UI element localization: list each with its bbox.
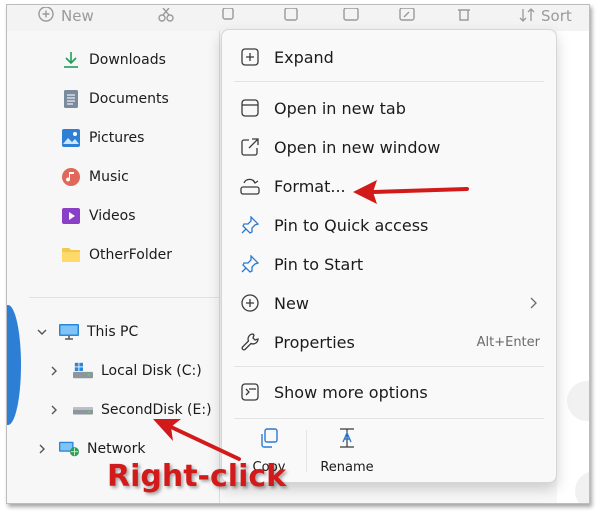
documents-icon bbox=[61, 89, 81, 109]
chevron-right-icon[interactable] bbox=[35, 442, 49, 456]
chevron-down-icon[interactable] bbox=[35, 325, 49, 339]
pin-icon bbox=[238, 213, 262, 237]
paste-icon[interactable] bbox=[283, 5, 299, 27]
windows-drive-icon bbox=[73, 361, 93, 381]
menu-item-pin-start[interactable]: Pin to Start bbox=[222, 245, 556, 283]
wrench-icon bbox=[238, 330, 262, 354]
menu-separator bbox=[234, 418, 544, 419]
menu-label-show-more: Show more options bbox=[274, 382, 428, 402]
nav-label-videos: Videos bbox=[89, 208, 136, 224]
nav-item-music[interactable]: Music bbox=[7, 162, 219, 192]
menu-label-new: New bbox=[274, 293, 309, 313]
expand-icon bbox=[238, 45, 262, 69]
nav-item-documents[interactable]: Documents bbox=[7, 84, 219, 114]
new-label: New bbox=[61, 7, 94, 25]
open-external-icon bbox=[238, 135, 262, 159]
format-drive-icon bbox=[238, 174, 262, 198]
menu-item-show-more-options[interactable]: Show more options bbox=[222, 373, 556, 411]
nav-label-music: Music bbox=[89, 169, 129, 185]
nav-item-pictures[interactable]: Pictures bbox=[7, 123, 219, 153]
context-menu: Expand Open in new tab Open in new windo… bbox=[221, 29, 557, 483]
add-circle-icon bbox=[238, 291, 262, 315]
copy-icon bbox=[259, 428, 279, 452]
nav-label-downloads: Downloads bbox=[89, 52, 166, 68]
copy-toolbar-icon[interactable] bbox=[219, 5, 235, 27]
music-icon bbox=[61, 167, 81, 187]
drive-icon bbox=[73, 400, 93, 420]
menu-item-open-new-window[interactable]: Open in new window bbox=[222, 128, 556, 166]
delete-icon[interactable] bbox=[457, 5, 471, 27]
nav-item-this-pc[interactable]: This PC bbox=[7, 317, 219, 347]
command-bar: New Sort bbox=[7, 5, 589, 31]
file-explorer-window: New Sort Downloads Documents Pictures Mu… bbox=[6, 4, 590, 504]
sort-button[interactable]: Sort bbox=[519, 5, 572, 27]
menu-label-expand: Expand bbox=[274, 47, 334, 67]
network-icon bbox=[59, 439, 79, 459]
nav-item-downloads[interactable]: Downloads bbox=[7, 45, 219, 75]
content-area bbox=[557, 31, 589, 503]
annotation-right-click-label: Right-click bbox=[107, 459, 287, 494]
new-button[interactable]: New bbox=[37, 5, 94, 27]
rename-label: Rename bbox=[320, 460, 374, 475]
chevron-right-icon[interactable] bbox=[47, 403, 61, 417]
menu-item-pin-quick-access[interactable]: Pin to Quick access bbox=[222, 206, 556, 244]
pictures-icon bbox=[61, 128, 81, 148]
menu-item-expand[interactable]: Expand bbox=[222, 38, 556, 76]
menu-item-properties[interactable]: Properties Alt+Enter bbox=[222, 323, 556, 361]
nav-item-videos[interactable]: Videos bbox=[7, 201, 219, 231]
menu-separator bbox=[234, 366, 544, 367]
rename-icon bbox=[336, 428, 358, 452]
menu-item-new[interactable]: New bbox=[222, 284, 556, 322]
chevron-right-icon bbox=[528, 294, 538, 313]
nav-label-local-disk: Local Disk (C:) bbox=[101, 363, 202, 379]
nav-item-otherfolder[interactable]: OtherFolder bbox=[7, 240, 219, 270]
new-tab-icon bbox=[238, 96, 262, 120]
rename-button[interactable]: Rename bbox=[312, 428, 382, 478]
menu-label-properties: Properties bbox=[274, 332, 355, 352]
add-circle-icon bbox=[37, 7, 55, 25]
nav-label-otherfolder: OtherFolder bbox=[89, 247, 173, 263]
more-options-icon bbox=[238, 380, 262, 404]
menu-label-open-new-window: Open in new window bbox=[274, 137, 441, 157]
sort-icon bbox=[519, 8, 535, 24]
pin-icon bbox=[238, 252, 262, 276]
menu-item-open-new-tab[interactable]: Open in new tab bbox=[222, 89, 556, 127]
button-divider bbox=[306, 430, 307, 472]
nav-label-this-pc: This PC bbox=[87, 324, 139, 340]
menu-label-format: Format... bbox=[274, 176, 346, 196]
nav-divider bbox=[29, 297, 219, 298]
menu-label-pin-quick-access: Pin to Quick access bbox=[274, 215, 429, 235]
videos-icon bbox=[61, 206, 81, 226]
computer-icon bbox=[59, 322, 79, 342]
sort-label: Sort bbox=[541, 7, 572, 25]
download-icon bbox=[61, 50, 81, 70]
nav-label-documents: Documents bbox=[89, 91, 169, 107]
rename-toolbar-icon[interactable] bbox=[343, 5, 359, 27]
chevron-right-icon[interactable] bbox=[47, 364, 61, 378]
nav-label-network: Network bbox=[87, 441, 146, 457]
menu-label-open-new-tab: Open in new tab bbox=[274, 98, 406, 118]
share-icon[interactable] bbox=[399, 5, 415, 27]
properties-shortcut: Alt+Enter bbox=[476, 334, 540, 350]
cut-icon[interactable] bbox=[157, 5, 175, 27]
menu-label-pin-start: Pin to Start bbox=[274, 254, 364, 274]
folder-icon bbox=[61, 245, 81, 265]
nav-label-pictures: Pictures bbox=[89, 130, 145, 146]
menu-separator bbox=[234, 81, 544, 82]
nav-item-local-disk[interactable]: Local Disk (C:) bbox=[7, 356, 219, 386]
annotation-arrow-format bbox=[353, 180, 469, 204]
